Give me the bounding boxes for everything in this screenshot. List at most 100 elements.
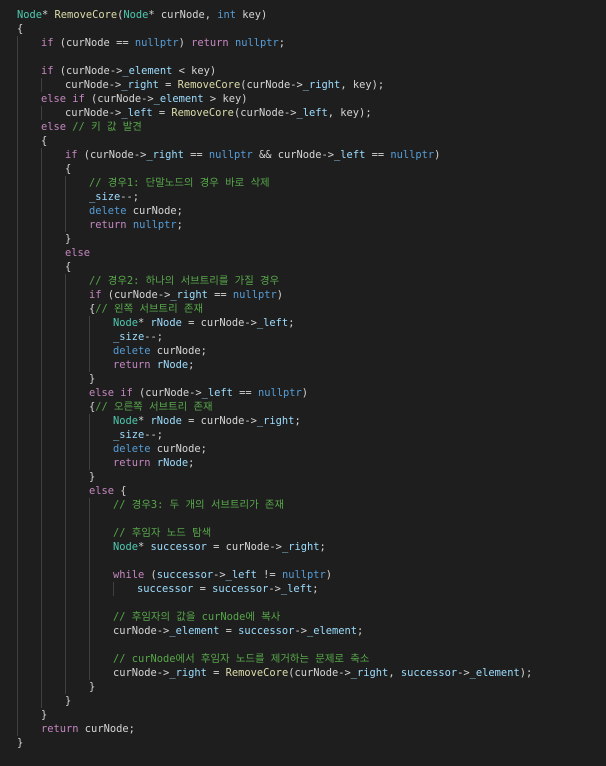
code-line[interactable]: // 경우3: 두 개의 서브트리가 존재 [113, 498, 284, 512]
code-token: _left [201, 387, 233, 399]
code-line[interactable]: else if (curNode->_left == nullptr) [89, 386, 308, 400]
code-token: RemoveCore [171, 107, 234, 119]
code-line[interactable]: Node* RemoveCore(Node* curNode, int key) [17, 8, 267, 22]
code-token: successor [400, 667, 458, 679]
code-token: _element [306, 625, 358, 637]
code-line[interactable]: // 경우1: 단말노드의 경우 바로 삭제 [89, 176, 270, 190]
code-line[interactable]: } [65, 232, 71, 246]
code-token: rNode [156, 457, 189, 469]
code-token: curNode-> [65, 107, 122, 119]
code-token: ; [319, 541, 326, 553]
code-line[interactable]: curNode->_right = RemoveCore(curNode->_r… [113, 666, 532, 680]
code-line[interactable]: return rNode; [113, 358, 194, 372]
code-line[interactable]: // 후임자의 값을 curNode에 복사 [113, 610, 280, 624]
code-token: else if [41, 93, 85, 105]
code-token: successor [156, 569, 214, 581]
code-line[interactable]: } [89, 470, 95, 484]
code-line[interactable]: _size--; [113, 330, 163, 344]
code-token: _right [256, 415, 295, 427]
code-line[interactable]: curNode->_element = successor->_element; [113, 624, 363, 638]
code-token: ) [325, 569, 332, 581]
code-token: curNode; [78, 723, 135, 735]
indent-guide [65, 176, 66, 232]
code-line[interactable]: } [89, 372, 95, 386]
code-line[interactable]: else if (curNode->_element > key) [41, 92, 247, 106]
code-line[interactable]: _size--; [113, 428, 163, 442]
code-line[interactable]: { [41, 134, 47, 148]
code-line[interactable]: else { [89, 484, 127, 498]
indent-guide [41, 78, 42, 92]
code-line[interactable]: { [65, 162, 71, 176]
code-line[interactable]: {// 왼쪽 서브트리 존재 [89, 302, 203, 316]
code-line[interactable]: // 후임자 노드 탐색 [113, 526, 211, 540]
code-line[interactable]: curNode->_right = RemoveCore(curNode->_r… [65, 78, 384, 92]
code-token: (curNode-> [132, 387, 202, 399]
code-line[interactable]: if (curNode == nullptr) return nullptr; [41, 36, 285, 50]
code-line[interactable]: if (curNode->_right == nullptr && curNod… [65, 148, 440, 162]
code-line[interactable]: // 경우2: 하나의 서브트리를 가질 경우 [89, 274, 279, 288]
code-token: _element [169, 625, 220, 637]
code-line[interactable]: if (curNode->_element < key) [41, 64, 216, 78]
code-token: successor [137, 583, 194, 595]
code-token: ; [188, 457, 195, 469]
code-line[interactable]: else // 키 값 발견 [41, 120, 142, 134]
code-line[interactable]: return curNode; [41, 722, 135, 736]
code-token: ; [188, 359, 195, 371]
code-token: ; [288, 317, 295, 329]
code-line[interactable]: Node* rNode = curNode->_left; [113, 316, 294, 330]
code-token: RemoveCore [225, 667, 289, 679]
code-line[interactable]: { [17, 22, 23, 36]
code-line[interactable]: while (successor->_left != nullptr) [113, 568, 332, 582]
code-line[interactable]: successor = successor->_left; [137, 582, 318, 596]
code-token: successor [238, 625, 295, 637]
code-token: nullptr [234, 37, 279, 49]
code-token: _left [121, 107, 153, 119]
code-token: RemoveCore [54, 9, 118, 21]
code-token: _right [170, 289, 208, 301]
code-line[interactable]: Node* successor = curNode->_right; [113, 540, 326, 554]
code-line[interactable]: if (curNode->_right == nullptr) [89, 288, 283, 302]
code-token: (curNode-> [233, 107, 297, 119]
code-token: nullptr [134, 37, 179, 49]
code-line[interactable]: } [17, 736, 23, 750]
code-token: } [65, 695, 72, 707]
code-token: { [65, 261, 72, 273]
indent-guide [17, 36, 18, 736]
code-editor[interactable]: Node* RemoveCore(Node* curNode, int key)… [0, 0, 606, 766]
code-token: return [113, 457, 151, 469]
code-line[interactable]: } [41, 708, 47, 722]
code-token: nullptr [281, 569, 326, 581]
code-line[interactable]: { [65, 260, 71, 274]
code-token: curNode; [150, 345, 207, 357]
code-token: { [17, 23, 24, 35]
code-line[interactable]: return nullptr; [89, 218, 183, 232]
code-token: -> [213, 569, 226, 581]
code-token: != [256, 569, 282, 581]
code-line[interactable]: curNode->_left = RemoveCore(curNode->_le… [65, 106, 372, 120]
code-line[interactable]: } [65, 694, 71, 708]
code-token: } [89, 681, 96, 693]
code-line[interactable]: // curNode에서 후임자 노드를 제거하는 문제로 축소 [113, 652, 369, 666]
code-token: (curNode-> [84, 93, 154, 105]
code-line[interactable]: delete curNode; [113, 344, 207, 358]
indent-guide [65, 274, 66, 694]
code-token: ) [301, 387, 308, 399]
code-line[interactable]: delete curNode; [113, 442, 207, 456]
code-token: _size [113, 331, 145, 343]
code-token: int [217, 9, 237, 21]
code-token: , [388, 667, 401, 679]
code-line[interactable]: } [89, 680, 95, 694]
code-line[interactable]: else [65, 246, 90, 260]
code-line[interactable]: delete curNode; [89, 204, 183, 218]
code-token: nullptr [208, 149, 253, 161]
code-line[interactable]: Node* rNode = curNode->_right; [113, 414, 301, 428]
code-line[interactable]: return rNode; [113, 456, 194, 470]
code-token: _left [225, 569, 257, 581]
code-token: _left [296, 107, 328, 119]
code-token: while [113, 569, 145, 581]
code-line[interactable]: {// 오른쪽 서브트리 존재 [89, 400, 213, 414]
code-token: _left [280, 583, 313, 595]
code-token: } [89, 471, 96, 483]
code-line[interactable]: _size--; [89, 190, 139, 204]
code-token: ; [312, 583, 319, 595]
